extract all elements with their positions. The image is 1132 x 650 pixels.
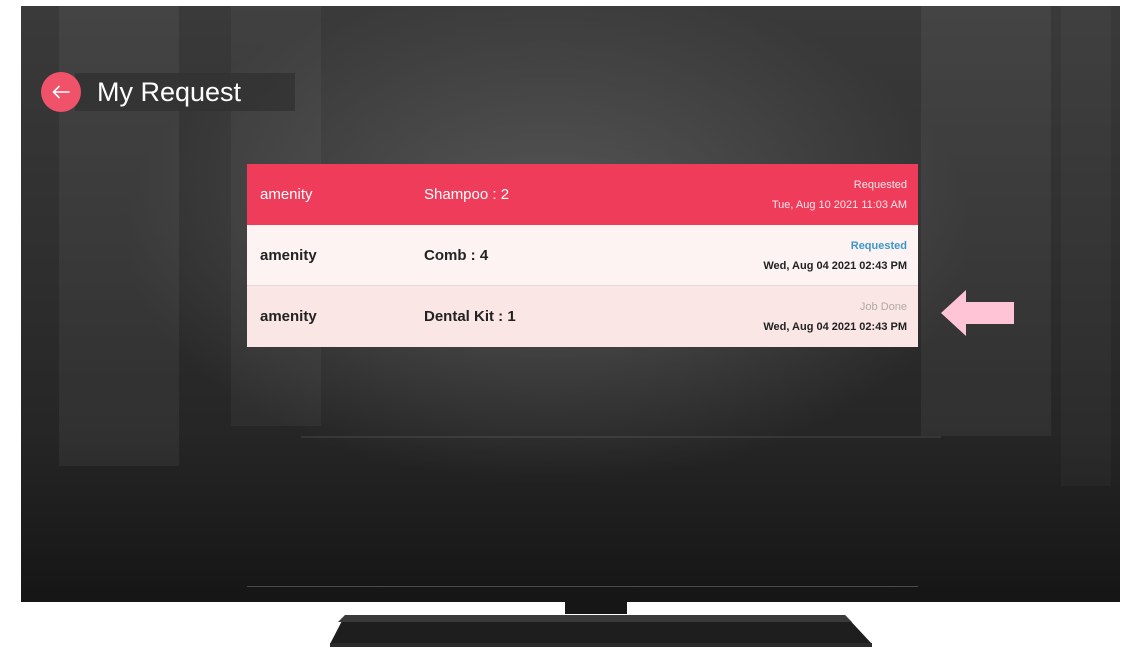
request-status: Job Done bbox=[859, 301, 907, 313]
background-counter bbox=[301, 436, 941, 438]
request-category: amenity bbox=[260, 308, 317, 325]
page-title: My Request bbox=[75, 73, 296, 111]
request-status-block: Requested Tue, Aug 10 2021 11:03 AM bbox=[772, 175, 907, 215]
request-status-block: Job Done Wed, Aug 04 2021 02:43 PM bbox=[763, 297, 907, 337]
pointer-arrow-icon bbox=[941, 290, 1014, 336]
page-header: My Request bbox=[41, 72, 296, 112]
request-row[interactable]: amenity Dental Kit : 1 Job Done Wed, Aug… bbox=[247, 286, 918, 347]
request-list: amenity Shampoo : 2 Requested Tue, Aug 1… bbox=[247, 164, 918, 347]
request-status-block: Requested Wed, Aug 04 2021 02:43 PM bbox=[763, 236, 907, 276]
request-date: Wed, Aug 04 2021 02:43 PM bbox=[763, 260, 907, 272]
request-status: Requested bbox=[853, 179, 907, 191]
tv-frame: My Request amenity Shampoo : 2 Requested… bbox=[0, 0, 1132, 650]
background-floor bbox=[21, 436, 1120, 602]
request-date: Tue, Aug 10 2021 11:03 AM bbox=[771, 199, 907, 211]
back-button[interactable] bbox=[41, 72, 81, 112]
request-item: Comb : 4 bbox=[424, 246, 489, 264]
arrow-left-icon bbox=[52, 85, 70, 99]
request-item: Shampoo : 2 bbox=[424, 186, 510, 203]
request-status: Requested bbox=[850, 240, 907, 252]
request-row[interactable]: amenity Comb : 4 Requested Wed, Aug 04 2… bbox=[247, 225, 918, 286]
tv-stand bbox=[330, 600, 872, 647]
request-item: Dental Kit : 1 bbox=[424, 308, 516, 325]
request-category: amenity bbox=[260, 186, 313, 203]
request-category: amenity bbox=[260, 246, 317, 264]
background-window bbox=[921, 6, 1051, 436]
page-title-text: My Request bbox=[97, 76, 242, 107]
request-row-selected[interactable]: amenity Shampoo : 2 Requested Tue, Aug 1… bbox=[247, 164, 918, 225]
request-date: Wed, Aug 04 2021 02:43 PM bbox=[763, 321, 907, 333]
divider bbox=[247, 586, 918, 587]
background-wall bbox=[1061, 6, 1111, 486]
